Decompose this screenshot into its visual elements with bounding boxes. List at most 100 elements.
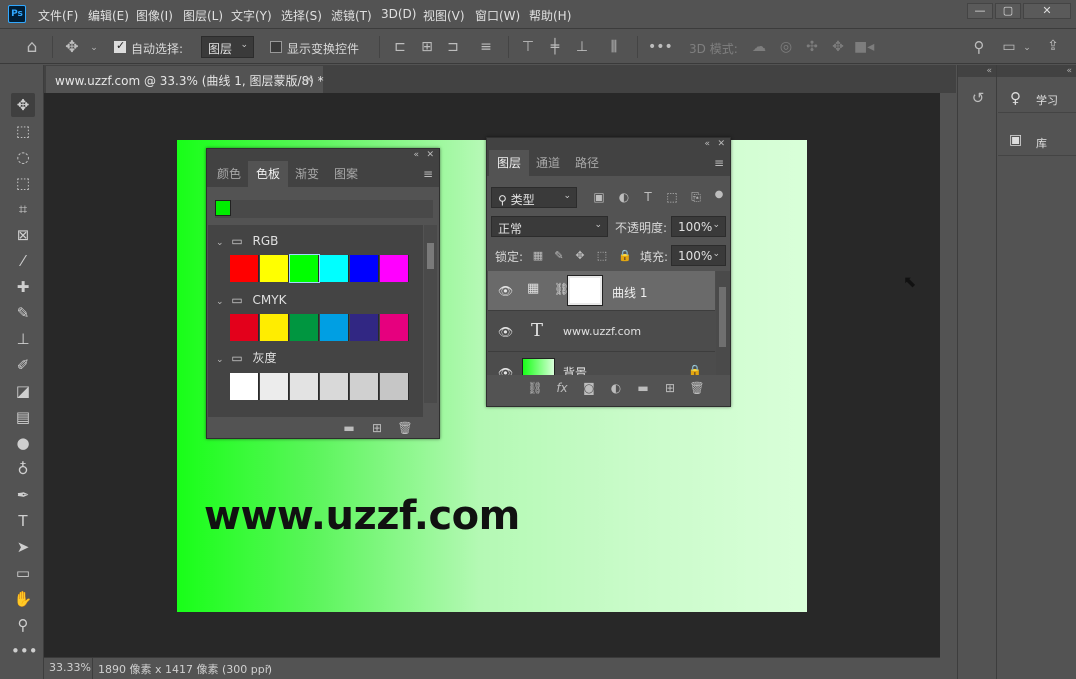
panel-header[interactable]: « ✕ xyxy=(207,149,439,161)
lock-transparent-icon[interactable]: ▦ xyxy=(531,247,545,265)
color-swatch[interactable] xyxy=(320,255,349,282)
swatch-group-gray[interactable]: ⌄ ▭ 灰度 xyxy=(216,347,422,369)
color-swatch[interactable] xyxy=(350,255,379,282)
filter-adjustment-icon[interactable]: ◐ xyxy=(616,188,632,206)
swatch-group-cmyk[interactable]: ⌄ ▭ CMYK xyxy=(216,289,422,311)
frame-tool-icon[interactable]: ⊠ xyxy=(11,223,35,247)
layer-name[interactable]: 背景 xyxy=(563,364,587,375)
3d-slide-icon[interactable]: ✥ xyxy=(828,38,848,56)
lasso-tool-icon[interactable]: ◌ xyxy=(11,145,35,169)
align-bottom-icon[interactable]: ⊥ xyxy=(573,38,591,56)
menu-select[interactable]: 选择(S) xyxy=(281,7,322,24)
visibility-eye-icon[interactable]: 👁 xyxy=(498,366,513,375)
swatch-group-rgb[interactable]: ⌄ ▭ RGB xyxy=(216,230,422,252)
layer-style-fx-icon[interactable]: fx xyxy=(554,379,570,397)
hand-tool-icon[interactable]: ✋ xyxy=(11,587,35,611)
auto-select-checkbox[interactable] xyxy=(114,39,126,53)
collapse-panel-icon[interactable]: « xyxy=(704,138,710,150)
filter-pixel-icon[interactable]: ▣ xyxy=(591,188,607,206)
marquee-tool-icon[interactable]: ⬚ xyxy=(11,119,35,143)
color-swatch[interactable] xyxy=(380,255,409,282)
menu-edit[interactable]: 编辑(E) xyxy=(88,7,129,24)
filter-type-icon[interactable]: T xyxy=(640,188,656,206)
rectangle-tool-icon[interactable]: ▭ xyxy=(11,561,35,585)
swatches-scrollbar[interactable] xyxy=(424,225,437,403)
lock-artboard-icon[interactable]: ⬚ xyxy=(595,247,609,265)
object-select-tool-icon[interactable]: ⬚ xyxy=(11,171,35,195)
layer-mask-thumbnail[interactable] xyxy=(567,275,603,306)
tab-layers[interactable]: 图层 xyxy=(489,150,530,176)
color-swatch[interactable] xyxy=(230,373,259,400)
workspace-icon[interactable]: ▭ xyxy=(999,38,1019,56)
libraries-panel-button[interactable]: ▣ 库 xyxy=(998,126,1076,156)
current-color-swatch[interactable] xyxy=(215,200,231,216)
new-layer-icon[interactable]: ⊞ xyxy=(662,379,678,397)
3d-orbit-icon[interactable]: ☁ xyxy=(749,38,769,56)
eraser-tool-icon[interactable]: ◪ xyxy=(11,379,35,403)
visibility-eye-icon[interactable]: 👁 xyxy=(498,284,513,298)
menu-file[interactable]: 文件(F) xyxy=(38,7,78,24)
new-swatch-icon[interactable]: ⊞ xyxy=(369,419,385,437)
delete-icon[interactable]: 🗑 xyxy=(689,379,705,397)
3d-pan-icon[interactable]: ✣ xyxy=(802,38,822,56)
visibility-eye-icon[interactable]: 👁 xyxy=(498,325,513,339)
tab-channels[interactable]: 通道 xyxy=(528,150,568,176)
collapse-dock-icon[interactable]: « xyxy=(997,65,1076,77)
history-brush-tool-icon[interactable]: ✐ xyxy=(11,353,35,377)
new-adjustment-layer-icon[interactable]: ◐ xyxy=(608,379,624,397)
menu-filter[interactable]: 滤镜(T) xyxy=(331,7,372,24)
color-swatch[interactable] xyxy=(260,373,289,400)
menu-window[interactable]: 窗口(W) xyxy=(475,7,520,24)
tab-color[interactable]: 颜色 xyxy=(209,161,249,187)
menu-3d[interactable]: 3D(D) xyxy=(381,7,416,21)
chevron-down-icon[interactable]: ⌄ xyxy=(1021,39,1033,57)
lock-pixels-icon[interactable]: ✎ xyxy=(552,247,566,265)
menu-help[interactable]: 帮助(H) xyxy=(529,7,571,24)
3d-camera-icon[interactable]: ■◂ xyxy=(854,38,874,56)
color-swatch[interactable] xyxy=(290,314,319,341)
crop-tool-icon[interactable]: ⌗ xyxy=(11,197,35,221)
color-swatch[interactable] xyxy=(260,314,289,341)
layers-scrollbar[interactable] xyxy=(716,271,730,375)
blend-mode-dropdown[interactable]: 正常 ⌄ xyxy=(491,216,608,237)
eyedropper-tool-icon[interactable]: ⁄ xyxy=(11,249,35,273)
close-tab-icon[interactable]: × xyxy=(304,72,314,86)
show-transform-checkbox[interactable] xyxy=(270,41,282,53)
minimize-icon[interactable]: — xyxy=(967,3,993,19)
new-group-folder-icon[interactable]: ▬ xyxy=(635,379,651,397)
align-hcenter-icon[interactable]: ⊞ xyxy=(418,38,436,56)
3d-roll-icon[interactable]: ◎ xyxy=(776,38,796,56)
dodge-tool-icon[interactable]: ♁ xyxy=(11,457,35,481)
align-top-icon[interactable]: ⊤ xyxy=(519,38,537,56)
color-swatch[interactable] xyxy=(260,255,289,282)
brush-tool-icon[interactable]: ✎ xyxy=(11,301,35,325)
panel-menu-icon[interactable]: ≡ xyxy=(423,167,433,181)
more-options-icon[interactable]: ••• xyxy=(648,38,673,56)
close-window-icon[interactable]: ✕ xyxy=(1023,3,1071,19)
add-mask-icon[interactable]: ◙ xyxy=(581,379,597,397)
blur-tool-icon[interactable]: ● xyxy=(11,431,35,455)
opacity-input[interactable]: 100% ⌄ xyxy=(671,216,726,237)
color-swatch[interactable] xyxy=(230,255,259,282)
type-tool-icon[interactable]: T xyxy=(11,509,35,533)
move-tool-icon[interactable]: ✥ xyxy=(11,93,35,117)
layer-filter-dropdown[interactable]: ⚲ 类型 ⌄ xyxy=(491,187,577,208)
lock-position-icon[interactable]: ✥ xyxy=(573,247,587,265)
color-swatch[interactable] xyxy=(350,314,379,341)
tab-paths[interactable]: 路径 xyxy=(567,150,607,176)
filter-toggle-icon[interactable]: ● xyxy=(714,186,724,204)
color-swatch[interactable] xyxy=(380,373,409,400)
menu-type[interactable]: 文字(Y) xyxy=(231,7,272,24)
fill-input[interactable]: 100% ⌄ xyxy=(671,245,726,266)
tab-patterns[interactable]: 图案 xyxy=(326,161,366,187)
menu-view[interactable]: 视图(V) xyxy=(423,7,465,24)
menu-layer[interactable]: 图层(L) xyxy=(183,7,223,24)
filter-shape-icon[interactable]: ⬚ xyxy=(664,188,680,206)
clone-stamp-tool-icon[interactable]: ⊥ xyxy=(11,327,35,351)
document-tab[interactable]: www.uzzf.com @ 33.3% (曲线 1, 图层蒙版/8) * × xyxy=(46,66,324,93)
color-swatch[interactable] xyxy=(289,254,320,283)
link-layers-icon[interactable]: ⛓ xyxy=(527,379,543,397)
menu-image[interactable]: 图像(I) xyxy=(136,7,173,24)
auto-select-dropdown[interactable]: 图层 ⌄ xyxy=(201,36,254,58)
new-group-folder-icon[interactable]: ▬ xyxy=(341,419,357,437)
